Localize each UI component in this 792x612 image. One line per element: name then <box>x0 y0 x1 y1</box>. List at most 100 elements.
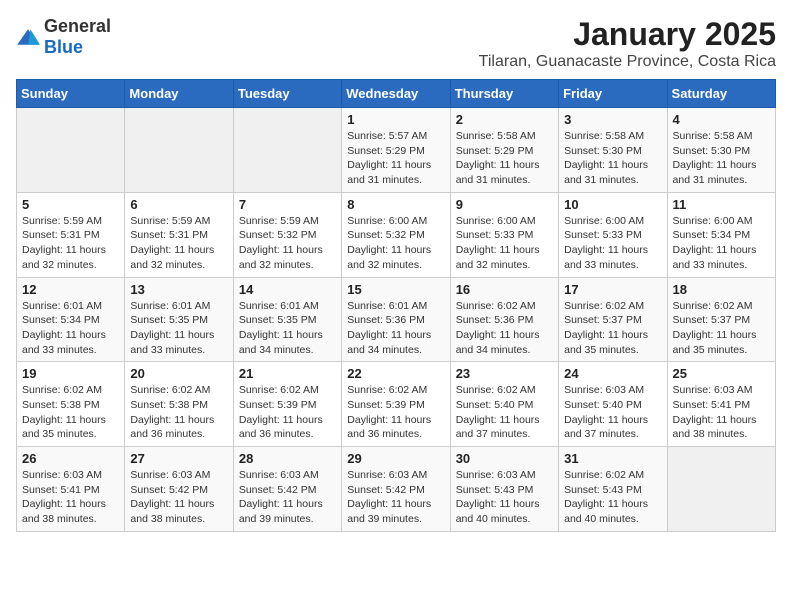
calendar-cell: 19Sunrise: 6:02 AMSunset: 5:38 PMDayligh… <box>17 362 125 447</box>
day-number: 31 <box>564 451 661 466</box>
day-number: 13 <box>130 282 227 297</box>
calendar-cell <box>667 447 775 532</box>
calendar-cell: 13Sunrise: 6:01 AMSunset: 5:35 PMDayligh… <box>125 277 233 362</box>
day-number: 14 <box>239 282 336 297</box>
weekday-header-thursday: Thursday <box>450 80 558 108</box>
day-number: 12 <box>22 282 119 297</box>
day-number: 23 <box>456 366 553 381</box>
day-number: 21 <box>239 366 336 381</box>
day-info: Sunrise: 6:03 AMSunset: 5:42 PMDaylight:… <box>347 468 444 527</box>
day-info: Sunrise: 6:02 AMSunset: 5:37 PMDaylight:… <box>673 299 770 358</box>
calendar-cell: 18 Sunrise: 6:02 AMSunset: 5:37 PMDayligh… <box>667 277 775 362</box>
calendar-table: SundayMondayTuesdayWednesdayThursdayFrid… <box>16 79 776 532</box>
day-info: Sunrise: 6:02 AMSunset: 5:43 PMDaylight:… <box>564 468 661 527</box>
calendar-cell: 8 Sunrise: 6:00 AMSunset: 5:32 PMDaylight… <box>342 192 450 277</box>
day-info: Sunrise: 6:03 AMSunset: 5:41 PMDaylight:… <box>673 383 770 442</box>
day-info: Sunrise: 6:00 AMSunset: 5:32 PMDaylight:… <box>347 214 444 273</box>
calendar-cell: 29 Sunrise: 6:03 AMSunset: 5:42 PMDayligh… <box>342 447 450 532</box>
day-number: 8 <box>347 197 444 212</box>
day-info: Sunrise: 5:58 AMSunset: 5:30 PMDaylight:… <box>673 129 770 188</box>
day-info: Sunrise: 6:02 AMSunset: 5:37 PMDaylight:… <box>564 299 661 358</box>
calendar-week-4: 26Sunrise: 6:03 AMSunset: 5:41 PMDayligh… <box>17 447 776 532</box>
calendar-cell: 9 Sunrise: 6:00 AMSunset: 5:33 PMDaylight… <box>450 192 558 277</box>
day-info: Sunrise: 6:02 AMSunset: 5:39 PMDaylight:… <box>239 383 336 442</box>
calendar-cell: 26Sunrise: 6:03 AMSunset: 5:41 PMDayligh… <box>17 447 125 532</box>
calendar-cell: 17 Sunrise: 6:02 AMSunset: 5:37 PMDayligh… <box>559 277 667 362</box>
day-info: Sunrise: 6:02 AMSunset: 5:38 PMDaylight:… <box>22 383 119 442</box>
day-number: 7 <box>239 197 336 212</box>
day-number: 9 <box>456 197 553 212</box>
day-number: 6 <box>130 197 227 212</box>
day-number: 18 <box>673 282 770 297</box>
page-header: General Blue January 2025 Tilaran, Guana… <box>16 16 776 71</box>
day-number: 10 <box>564 197 661 212</box>
calendar-week-0: 1Sunrise: 5:57 AMSunset: 5:29 PMDaylight… <box>17 108 776 193</box>
day-info: Sunrise: 5:58 AMSunset: 5:29 PMDaylight:… <box>456 129 553 188</box>
day-info: Sunrise: 5:57 AMSunset: 5:29 PMDaylight:… <box>347 129 444 188</box>
calendar-cell <box>17 108 125 193</box>
calendar-cell: 6 Sunrise: 5:59 AMSunset: 5:31 PMDaylight… <box>125 192 233 277</box>
day-info: Sunrise: 6:01 AMSunset: 5:34 PMDaylight:… <box>22 299 119 358</box>
day-info: Sunrise: 6:00 AMSunset: 5:33 PMDaylight:… <box>456 214 553 273</box>
calendar-cell: 31 Sunrise: 6:02 AMSunset: 5:43 PMDayligh… <box>559 447 667 532</box>
day-info: Sunrise: 6:03 AMSunset: 5:42 PMDaylight:… <box>239 468 336 527</box>
day-info: Sunrise: 6:01 AMSunset: 5:35 PMDaylight:… <box>239 299 336 358</box>
logo: General Blue <box>16 16 111 58</box>
day-number: 3 <box>564 112 661 127</box>
calendar-cell: 7 Sunrise: 5:59 AMSunset: 5:32 PMDaylight… <box>233 192 341 277</box>
day-info: Sunrise: 6:01 AMSunset: 5:36 PMDaylight:… <box>347 299 444 358</box>
calendar-title: January 2025 <box>479 16 776 53</box>
calendar-cell: 14 Sunrise: 6:01 AMSunset: 5:35 PMDayligh… <box>233 277 341 362</box>
calendar-cell: 24Sunrise: 6:03 AMSunset: 5:40 PMDayligh… <box>559 362 667 447</box>
day-number: 2 <box>456 112 553 127</box>
weekday-header-sunday: Sunday <box>17 80 125 108</box>
day-info: Sunrise: 5:59 AMSunset: 5:32 PMDaylight:… <box>239 214 336 273</box>
day-number: 5 <box>22 197 119 212</box>
calendar-cell: 28 Sunrise: 6:03 AMSunset: 5:42 PMDayligh… <box>233 447 341 532</box>
day-number: 30 <box>456 451 553 466</box>
weekday-header-saturday: Saturday <box>667 80 775 108</box>
calendar-cell: 5 Sunrise: 5:59 AMSunset: 5:31 PMDaylight… <box>17 192 125 277</box>
day-info: Sunrise: 6:02 AMSunset: 5:39 PMDaylight:… <box>347 383 444 442</box>
weekday-header-row: SundayMondayTuesdayWednesdayThursdayFrid… <box>17 80 776 108</box>
day-info: Sunrise: 6:02 AMSunset: 5:38 PMDaylight:… <box>130 383 227 442</box>
weekday-header-wednesday: Wednesday <box>342 80 450 108</box>
calendar-cell: 10 Sunrise: 6:00 AMSunset: 5:33 PMDayligh… <box>559 192 667 277</box>
calendar-cell: 21 Sunrise: 6:02 AMSunset: 5:39 PMDayligh… <box>233 362 341 447</box>
calendar-cell: 22 Sunrise: 6:02 AMSunset: 5:39 PMDayligh… <box>342 362 450 447</box>
calendar-cell: 11 Sunrise: 6:00 AMSunset: 5:34 PMDayligh… <box>667 192 775 277</box>
day-info: Sunrise: 6:03 AMSunset: 5:42 PMDaylight:… <box>130 468 227 527</box>
calendar-cell: 2 Sunrise: 5:58 AMSunset: 5:29 PMDaylight… <box>450 108 558 193</box>
day-info: Sunrise: 5:59 AMSunset: 5:31 PMDaylight:… <box>130 214 227 273</box>
weekday-header-friday: Friday <box>559 80 667 108</box>
day-number: 27 <box>130 451 227 466</box>
day-info: Sunrise: 6:03 AMSunset: 5:40 PMDaylight:… <box>564 383 661 442</box>
calendar-cell: 15Sunrise: 6:01 AMSunset: 5:36 PMDayligh… <box>342 277 450 362</box>
day-info: Sunrise: 6:03 AMSunset: 5:43 PMDaylight:… <box>456 468 553 527</box>
calendar-cell: 27 Sunrise: 6:03 AMSunset: 5:42 PMDayligh… <box>125 447 233 532</box>
day-number: 29 <box>347 451 444 466</box>
day-info: Sunrise: 5:59 AMSunset: 5:31 PMDaylight:… <box>22 214 119 273</box>
calendar-cell: 30 Sunrise: 6:03 AMSunset: 5:43 PMDayligh… <box>450 447 558 532</box>
calendar-week-1: 5 Sunrise: 5:59 AMSunset: 5:31 PMDaylight… <box>17 192 776 277</box>
day-number: 17 <box>564 282 661 297</box>
calendar-subtitle: Tilaran, Guanacaste Province, Costa Rica <box>479 53 776 71</box>
calendar-cell: 3Sunrise: 5:58 AMSunset: 5:30 PMDaylight… <box>559 108 667 193</box>
day-number: 20 <box>130 366 227 381</box>
day-info: Sunrise: 6:02 AMSunset: 5:40 PMDaylight:… <box>456 383 553 442</box>
day-number: 11 <box>673 197 770 212</box>
calendar-cell: 1Sunrise: 5:57 AMSunset: 5:29 PMDaylight… <box>342 108 450 193</box>
day-info: Sunrise: 6:00 AMSunset: 5:33 PMDaylight:… <box>564 214 661 273</box>
day-number: 28 <box>239 451 336 466</box>
calendar-cell <box>233 108 341 193</box>
day-info: Sunrise: 6:00 AMSunset: 5:34 PMDaylight:… <box>673 214 770 273</box>
day-number: 25 <box>673 366 770 381</box>
calendar-week-3: 19Sunrise: 6:02 AMSunset: 5:38 PMDayligh… <box>17 362 776 447</box>
day-number: 16 <box>456 282 553 297</box>
day-info: Sunrise: 6:03 AMSunset: 5:41 PMDaylight:… <box>22 468 119 527</box>
day-number: 4 <box>673 112 770 127</box>
calendar-cell: 16Sunrise: 6:02 AMSunset: 5:36 PMDayligh… <box>450 277 558 362</box>
logo-general-text: General <box>44 16 111 36</box>
day-number: 22 <box>347 366 444 381</box>
weekday-header-tuesday: Tuesday <box>233 80 341 108</box>
